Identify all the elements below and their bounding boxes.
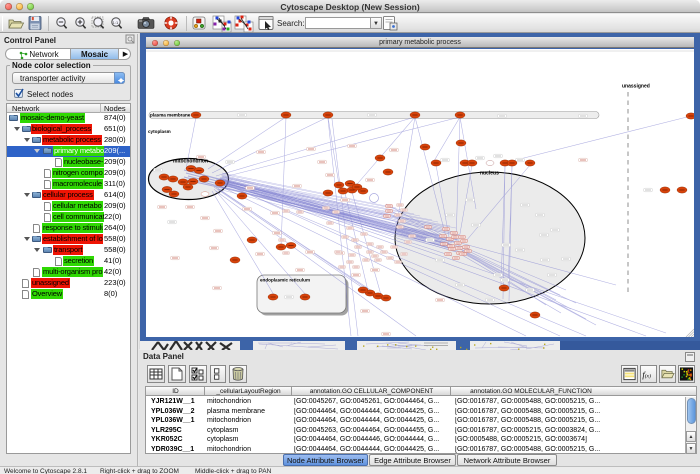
svg-text:mitochondrion: mitochondrion	[173, 159, 208, 165]
svg-text:f(x): f(x)	[642, 369, 651, 379]
svg-text:1:1: 1:1	[113, 20, 119, 25]
svg-text:cytoplasm: cytoplasm	[148, 129, 171, 134]
svg-text:nucleus: nucleus	[480, 171, 499, 177]
svg-text:endoplasmic reticulum: endoplasmic reticulum	[260, 278, 310, 283]
svg-text:unassigned: unassigned	[622, 84, 650, 90]
svg-text:plasma membrane: plasma membrane	[150, 113, 191, 118]
